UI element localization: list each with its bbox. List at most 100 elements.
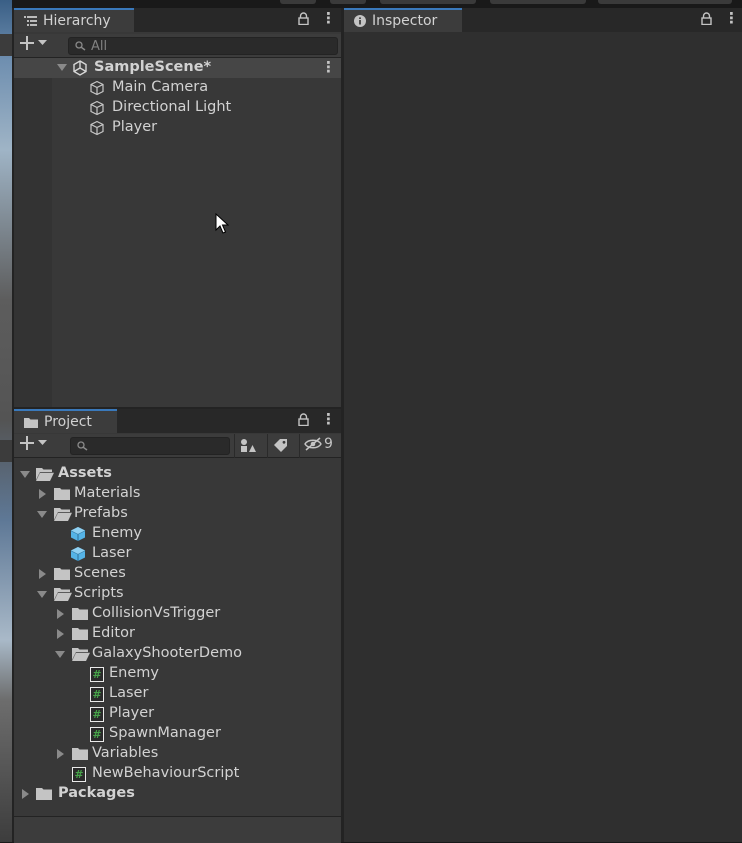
hidden-count: 9	[324, 436, 333, 452]
panel-menu-icon[interactable]: ⋮	[321, 9, 336, 27]
tree-folder-editor[interactable]: Editor	[14, 624, 341, 644]
csharp-script-icon: #	[90, 687, 104, 702]
tree-folder-galaxy[interactable]: GalaxyShooterDemo	[14, 644, 341, 664]
folder-icon	[24, 417, 38, 428]
panel-divider	[14, 407, 341, 409]
label-tag-icon[interactable]	[274, 439, 288, 452]
expand-arrow-icon[interactable]	[39, 489, 46, 499]
prefab-cube-icon	[70, 546, 86, 562]
lock-icon[interactable]	[298, 413, 309, 426]
prefab-cube-icon	[70, 526, 86, 542]
divider	[267, 434, 268, 458]
tab-project-label: Project	[44, 414, 92, 430]
top-toolbar-fragment	[598, 0, 732, 4]
top-toolbar-fragment	[330, 0, 366, 4]
tree-label: Scripts	[74, 585, 124, 601]
tree-label: Materials	[74, 485, 141, 501]
lock-icon[interactable]	[701, 12, 712, 25]
panel-menu-icon[interactable]: ⋮	[321, 410, 336, 428]
create-button[interactable]	[20, 36, 47, 50]
search-by-type-icon[interactable]	[240, 438, 256, 452]
hidden-packages-toggle[interactable]: 9	[304, 436, 333, 452]
collapse-arrow-icon[interactable]	[20, 471, 30, 478]
top-toolbar-fragment	[280, 0, 316, 4]
dropdown-arrow-icon	[38, 40, 47, 46]
info-icon	[354, 15, 366, 27]
hierarchy-item-label: Main Camera	[112, 79, 209, 95]
collapse-arrow-icon[interactable]	[37, 511, 47, 518]
unity-scene-icon	[72, 60, 88, 76]
hierarchy-item[interactable]: Directional Light	[14, 98, 341, 118]
hierarchy-item[interactable]: Player	[14, 118, 341, 138]
tree-prefab-enemy[interactable]: Enemy	[14, 524, 341, 544]
plus-icon	[20, 36, 34, 50]
tree-script-spawnmanager[interactable]: # SpawnManager	[14, 724, 341, 744]
panel-menu-icon[interactable]: ⋮	[724, 9, 739, 27]
tree-script-laser[interactable]: # Laser	[14, 684, 341, 704]
hierarchy-search-input[interactable]: All	[68, 37, 338, 55]
tree-folder-scenes[interactable]: Scenes	[14, 564, 341, 584]
tree-folder-packages[interactable]: Packages	[14, 784, 341, 804]
folder-icon	[72, 607, 88, 620]
tree-script-newbehaviour[interactable]: # NewBehaviourScript	[14, 764, 341, 784]
collapse-arrow-icon[interactable]	[55, 651, 65, 658]
tree-label: CollisionVsTrigger	[92, 605, 221, 621]
project-footer	[14, 816, 341, 843]
project-toolbar: 9	[14, 434, 341, 458]
tree-label: Laser	[92, 545, 132, 561]
tree-folder-assets[interactable]: Assets	[14, 464, 341, 484]
gameobject-cube-icon	[89, 120, 105, 136]
tree-script-enemy[interactable]: # Enemy	[14, 664, 341, 684]
tree-label: Enemy	[92, 525, 142, 541]
csharp-script-icon: #	[90, 667, 104, 682]
panel-divider	[12, 8, 14, 842]
tree-label: Editor	[92, 625, 135, 641]
create-button[interactable]	[20, 436, 47, 450]
tree-label: Laser	[109, 685, 149, 701]
eye-slash-icon	[304, 437, 322, 451]
hierarchy-item-label: Directional Light	[112, 99, 232, 115]
inspector-panel: Inspector ⋮	[344, 8, 742, 842]
tree-label: Player	[109, 705, 155, 721]
tree-prefab-laser[interactable]: Laser	[14, 544, 341, 564]
lock-icon[interactable]	[298, 12, 309, 25]
tree-label: Scenes	[74, 565, 126, 581]
folder-icon	[36, 787, 52, 800]
tree-folder-materials[interactable]: Materials	[14, 484, 341, 504]
expand-arrow-icon[interactable]	[57, 629, 64, 639]
expand-arrow-icon[interactable]	[57, 609, 64, 619]
tree-folder-variables[interactable]: Variables	[14, 744, 341, 764]
tree-label: SpawnManager	[109, 725, 221, 741]
expand-arrow-icon[interactable]	[57, 749, 64, 759]
collapse-arrow-icon[interactable]	[57, 64, 67, 71]
tree-folder-scripts[interactable]: Scripts	[14, 584, 341, 604]
folder-icon	[54, 567, 70, 580]
scene-row[interactable]: SampleScene* ⋮	[14, 58, 341, 78]
search-icon	[75, 41, 86, 51]
tree-label: NewBehaviourScript	[92, 765, 240, 781]
tab-project[interactable]: Project	[14, 409, 117, 433]
expand-arrow-icon[interactable]	[22, 789, 29, 799]
hierarchy-item[interactable]: Main Camera	[14, 78, 341, 98]
folder-icon	[72, 747, 88, 760]
tab-hierarchy[interactable]: Hierarchy	[14, 8, 134, 32]
tree-folder-prefabs[interactable]: Prefabs	[14, 504, 341, 524]
folder-icon	[54, 487, 70, 500]
folder-icon	[72, 627, 88, 640]
mouse-cursor-icon	[215, 212, 230, 239]
scene-view-edge	[0, 0, 12, 842]
tab-inspector[interactable]: Inspector	[344, 8, 462, 32]
tree-script-player[interactable]: # Player	[14, 704, 341, 724]
folder-open-icon	[72, 647, 90, 661]
expand-arrow-icon[interactable]	[39, 569, 46, 579]
project-panel: Project ⋮ 9 Assets Materials Prefabs Ene…	[14, 409, 341, 843]
project-search-input[interactable]	[70, 437, 230, 455]
tree-folder-collision[interactable]: CollisionVsTrigger	[14, 604, 341, 624]
scene-menu-icon[interactable]: ⋮	[321, 58, 336, 76]
collapse-arrow-icon[interactable]	[37, 591, 47, 598]
project-tabbar: Project ⋮	[14, 409, 341, 433]
search-placeholder: All	[91, 38, 108, 54]
hierarchy-tabbar: Hierarchy ⋮	[14, 8, 341, 32]
divider	[234, 434, 235, 458]
scene-toolbar-fragment	[0, 440, 12, 462]
